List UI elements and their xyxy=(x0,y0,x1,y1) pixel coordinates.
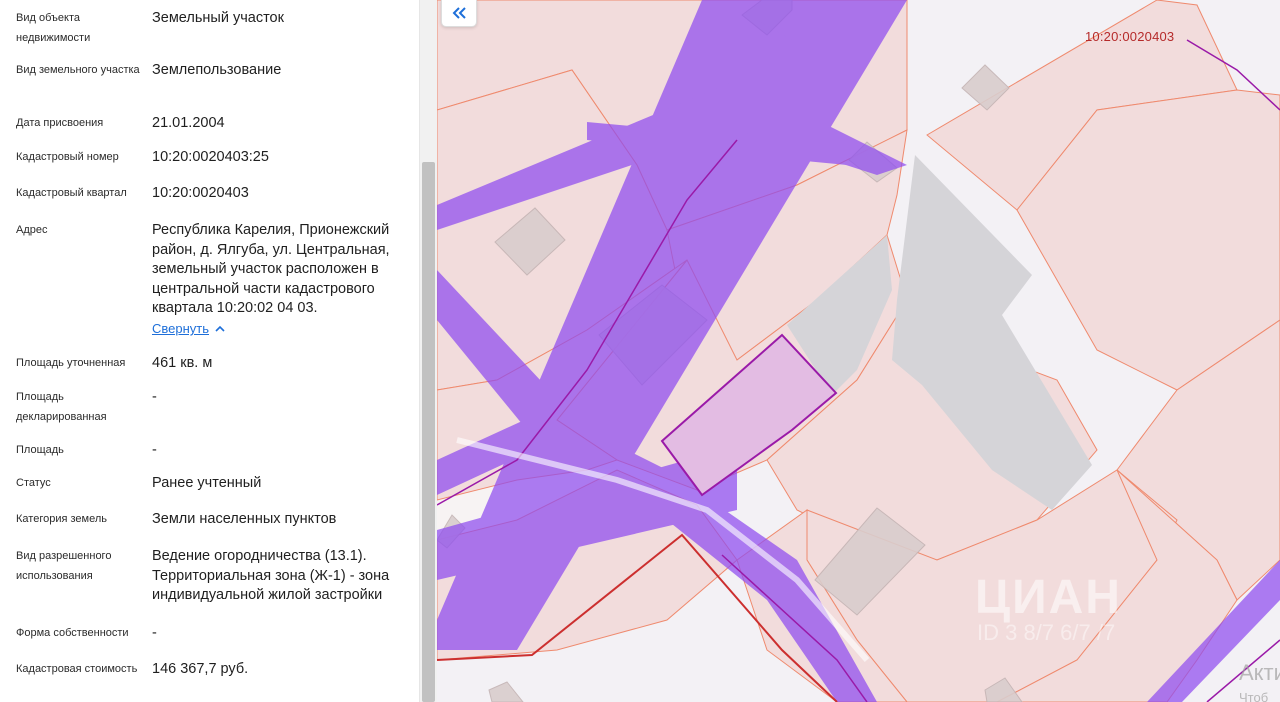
prop-value: Республика Карелия, Прионежский район, д… xyxy=(152,222,390,316)
prop-value: - xyxy=(152,389,157,405)
panel-scrollbar[interactable] xyxy=(420,0,437,702)
windows-activation-subtext: Чтоб xyxy=(1239,690,1269,702)
prop-label: Кадастровая стоимость xyxy=(16,663,138,675)
cadastral-quarter-label: 10:20:0020403 xyxy=(1085,29,1175,44)
prop-value: Землепользование xyxy=(152,62,282,78)
prop-label: Вид земельного участка xyxy=(16,64,140,76)
map-canvas[interactable] xyxy=(437,0,1280,702)
scrollbar-thumb[interactable] xyxy=(422,162,435,702)
prop-value: Ранее учтенный xyxy=(152,475,262,491)
prop-value: 10:20:0020403 xyxy=(152,185,249,201)
prop-label: Форма собственности xyxy=(16,627,129,639)
prop-value: - xyxy=(152,625,157,641)
prop-label: Адрес xyxy=(16,224,48,236)
prop-label: Вид разрешенного использования xyxy=(16,550,112,582)
double-chevron-left-icon xyxy=(452,7,466,19)
prop-label: Вид объекта недвижимости xyxy=(16,12,91,44)
prop-label: Категория земель xyxy=(16,513,107,525)
collapse-address-link[interactable]: Свернуть xyxy=(152,321,209,337)
cian-watermark: ЦИАН xyxy=(975,571,1122,624)
cadastral-map[interactable]: 10:20:0020403 ЦИАН ID 3 8/7 6/7 /7 Акти … xyxy=(437,0,1280,702)
cian-watermark-id: ID 3 8/7 6/7 /7 xyxy=(977,620,1116,645)
collapse-panel-button[interactable] xyxy=(441,0,477,27)
chevron-up-icon[interactable] xyxy=(213,322,227,336)
object-info-panel: Вид объекта недвижимости Земельный участ… xyxy=(0,0,420,702)
prop-value: 21.01.2004 xyxy=(152,115,225,131)
prop-value: Земли населенных пунктов xyxy=(152,511,337,527)
prop-value: Земельный участок xyxy=(152,10,284,26)
windows-activation-notice: Акти xyxy=(1239,660,1280,685)
prop-value: 461 кв. м xyxy=(152,355,213,371)
prop-value: Ведение огородничества (13.1). Территори… xyxy=(152,548,390,603)
prop-value: 146 367,7 руб. xyxy=(152,661,249,677)
prop-label: Кадастровый номер xyxy=(16,151,119,163)
prop-label: Площадь декларированная xyxy=(16,391,107,423)
prop-label: Дата присвоения xyxy=(16,117,104,129)
prop-label: Кадастровый квартал xyxy=(16,187,127,199)
prop-label: Площадь xyxy=(16,444,64,456)
prop-value: 10:20:0020403:25 xyxy=(152,149,269,165)
prop-label: Статус xyxy=(16,477,51,489)
prop-label: Площадь уточненная xyxy=(16,357,126,369)
prop-value: - xyxy=(152,442,157,458)
